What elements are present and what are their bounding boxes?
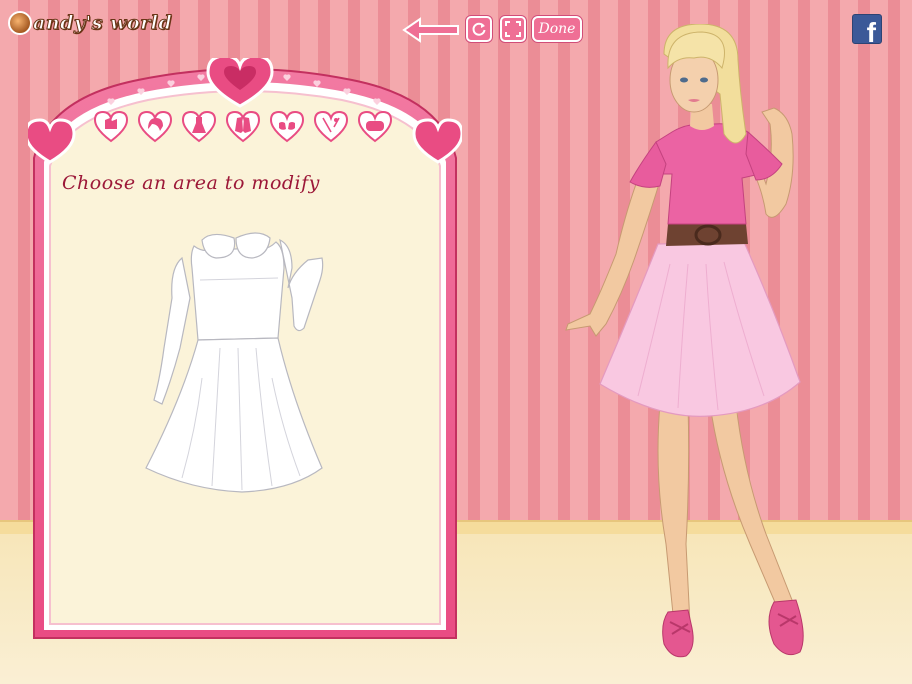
- back-arrow-icon[interactable]: [400, 16, 460, 44]
- fullscreen-icon: [505, 21, 521, 37]
- shoes-category-button[interactable]: [268, 107, 306, 145]
- jacket-category-button[interactable]: [224, 107, 262, 145]
- hair-category-icon: [137, 110, 173, 143]
- category-toolbar: [92, 107, 400, 145]
- bag-category-icon: [357, 110, 393, 143]
- dress-category-icon: [181, 110, 217, 143]
- jacket-category-icon: [225, 110, 261, 143]
- bag-category-button[interactable]: [356, 107, 394, 145]
- logo-text: andy's world: [32, 12, 173, 35]
- game-logo[interactable]: andy's world: [8, 8, 172, 38]
- facebook-icon: f: [866, 17, 876, 44]
- dressed-model: [560, 23, 820, 664]
- instruction-text: Choose an area to modify: [62, 172, 320, 194]
- necklace-category-button[interactable]: [312, 107, 350, 145]
- necklace-category-icon: [313, 110, 349, 143]
- outfit-category-icon: [93, 110, 129, 143]
- facebook-share-button[interactable]: f: [852, 14, 882, 44]
- reset-button[interactable]: [466, 16, 492, 42]
- shoes-category-icon: [269, 110, 305, 143]
- dress-category-button[interactable]: [180, 107, 218, 145]
- refresh-icon: [472, 22, 486, 36]
- fullscreen-button[interactable]: [500, 16, 526, 42]
- hair-category-button[interactable]: [136, 107, 174, 145]
- outfit-category-button[interactable]: [92, 107, 130, 145]
- candy-logo-icon: [8, 11, 32, 35]
- dress-preview-image[interactable]: [142, 228, 332, 498]
